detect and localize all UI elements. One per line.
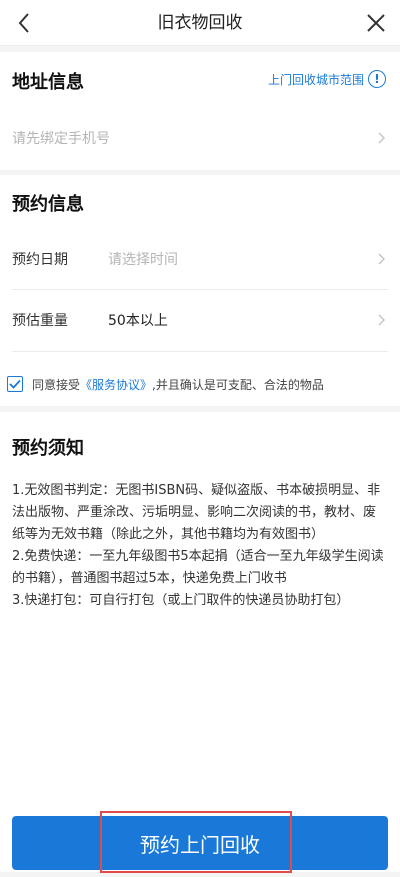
chevron-right-icon — [374, 313, 388, 327]
agreement-suffix: ,并且确认是可支配、合法的物品 — [152, 377, 324, 392]
info-icon: ! — [368, 70, 386, 88]
weight-label: 预估重量 — [12, 313, 68, 329]
service-range-label: 上门回收城市范围 — [267, 72, 364, 87]
agreement-row: 同意接受《服务协议》,并且确认是可支配、合法的物品 — [0, 362, 400, 406]
close-icon — [367, 14, 385, 32]
divider — [12, 351, 388, 352]
close-button[interactable] — [358, 4, 394, 42]
phone-placeholder: 请先绑定手机号 — [12, 131, 110, 147]
agreement-prefix: 同意接受 — [32, 377, 81, 392]
divider — [12, 289, 388, 290]
service-range-link[interactable]: 上门回收城市范围 ! — [268, 70, 386, 88]
booking-section-title: 预约信息 — [12, 194, 84, 215]
agreement-checkbox[interactable] — [7, 376, 23, 392]
notice-section-title: 预约须知 — [12, 438, 84, 459]
notice-section: 预约须知 1.无效图书判定：无图书ISBN码、疑似盗版、书本破损明显、非法出版物… — [0, 412, 400, 872]
nav-header: 旧衣物回收 — [0, 0, 400, 46]
phone-binding-row[interactable]: 请先绑定手机号 — [12, 110, 388, 166]
service-agreement-link[interactable]: 《服务协议》 — [80, 378, 152, 392]
date-label: 预约日期 — [12, 252, 68, 268]
page: 旧衣物回收 地址信息 上门回收城市范围 ! 请先绑定手机号 预约信息 预约日期 … — [0, 0, 400, 877]
address-section-title: 地址信息 — [12, 72, 84, 93]
chevron-left-icon — [18, 13, 29, 33]
chevron-right-icon — [374, 252, 388, 266]
notice-body: 1.无效图书判定：无图书ISBN码、疑似盗版、书本破损明显、非法出版物、严重涂改… — [12, 480, 388, 612]
address-section: 地址信息 上门回收城市范围 ! 请先绑定手机号 — [0, 52, 400, 170]
chevron-right-icon — [374, 131, 388, 145]
date-row[interactable]: 预约日期 请选择时间 — [12, 231, 388, 287]
notice-item: 2.免费快递：一至九年级图书5本起捐（适合一至九年级学生阅读的书籍），普通图书超… — [12, 549, 384, 586]
back-button[interactable] — [6, 4, 42, 42]
check-icon — [9, 379, 21, 389]
book-pickup-button[interactable]: 预约上门回收 — [12, 816, 388, 870]
weight-value: 50本以上 — [108, 313, 168, 329]
agreement-text: 同意接受《服务协议》,并且确认是可支配、合法的物品 — [32, 376, 324, 393]
date-placeholder: 请选择时间 — [108, 252, 178, 268]
notice-item: 3.快递打包：可自行打包（或上门取件的快递员协助打包） — [12, 593, 350, 608]
weight-row[interactable]: 预估重量 50本以上 — [12, 292, 388, 348]
page-title: 旧衣物回收 — [157, 13, 243, 33]
notice-item: 1.无效图书判定：无图书ISBN码、疑似盗版、书本破损明显、非法出版物、严重涂改… — [12, 483, 381, 542]
